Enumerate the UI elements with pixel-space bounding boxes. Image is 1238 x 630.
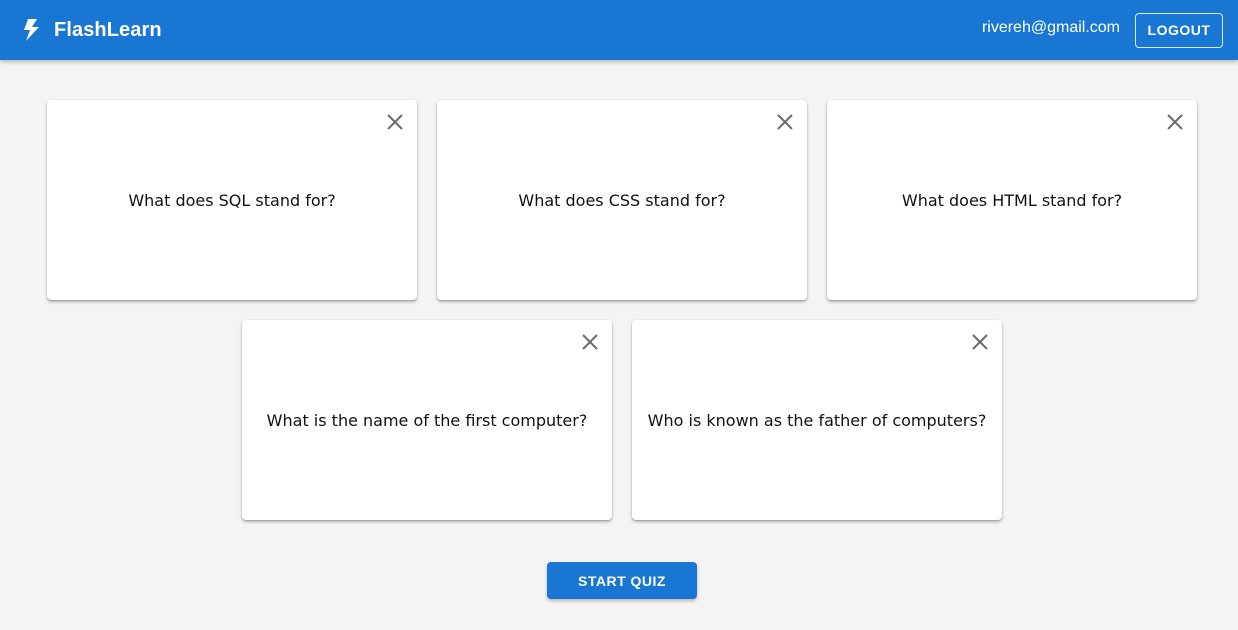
- close-icon[interactable]: [776, 113, 794, 131]
- flashcard[interactable]: What is the name of the first computer?: [242, 320, 612, 520]
- close-icon[interactable]: [971, 333, 989, 351]
- card-question: What does HTML stand for?: [901, 190, 1123, 210]
- flashcard[interactable]: What does SQL stand for?: [47, 100, 417, 300]
- app-bar: FlashLearn rivereh@gmail.com LOGOUT: [0, 0, 1238, 60]
- logout-button[interactable]: LOGOUT: [1135, 12, 1223, 48]
- card-question: What does CSS stand for?: [518, 190, 726, 210]
- bolt-icon: [22, 18, 42, 42]
- close-icon[interactable]: [1166, 113, 1184, 131]
- card-question: Who is known as the father of computers?: [647, 410, 987, 430]
- app-title: FlashLearn: [54, 18, 162, 41]
- flashcard[interactable]: What does CSS stand for?: [437, 100, 807, 300]
- brand[interactable]: FlashLearn: [22, 18, 162, 42]
- close-icon[interactable]: [386, 113, 404, 131]
- user-email: rivereh@gmail.com: [981, 19, 1120, 36]
- close-icon[interactable]: [581, 333, 599, 351]
- flashcard[interactable]: Who is known as the father of computers?: [632, 320, 1002, 520]
- flashcard[interactable]: What does HTML stand for?: [827, 100, 1197, 300]
- card-question: What is the name of the first computer?: [266, 410, 588, 430]
- start-quiz-button[interactable]: START QUIZ: [547, 562, 697, 599]
- card-question: What does SQL stand for?: [128, 190, 336, 210]
